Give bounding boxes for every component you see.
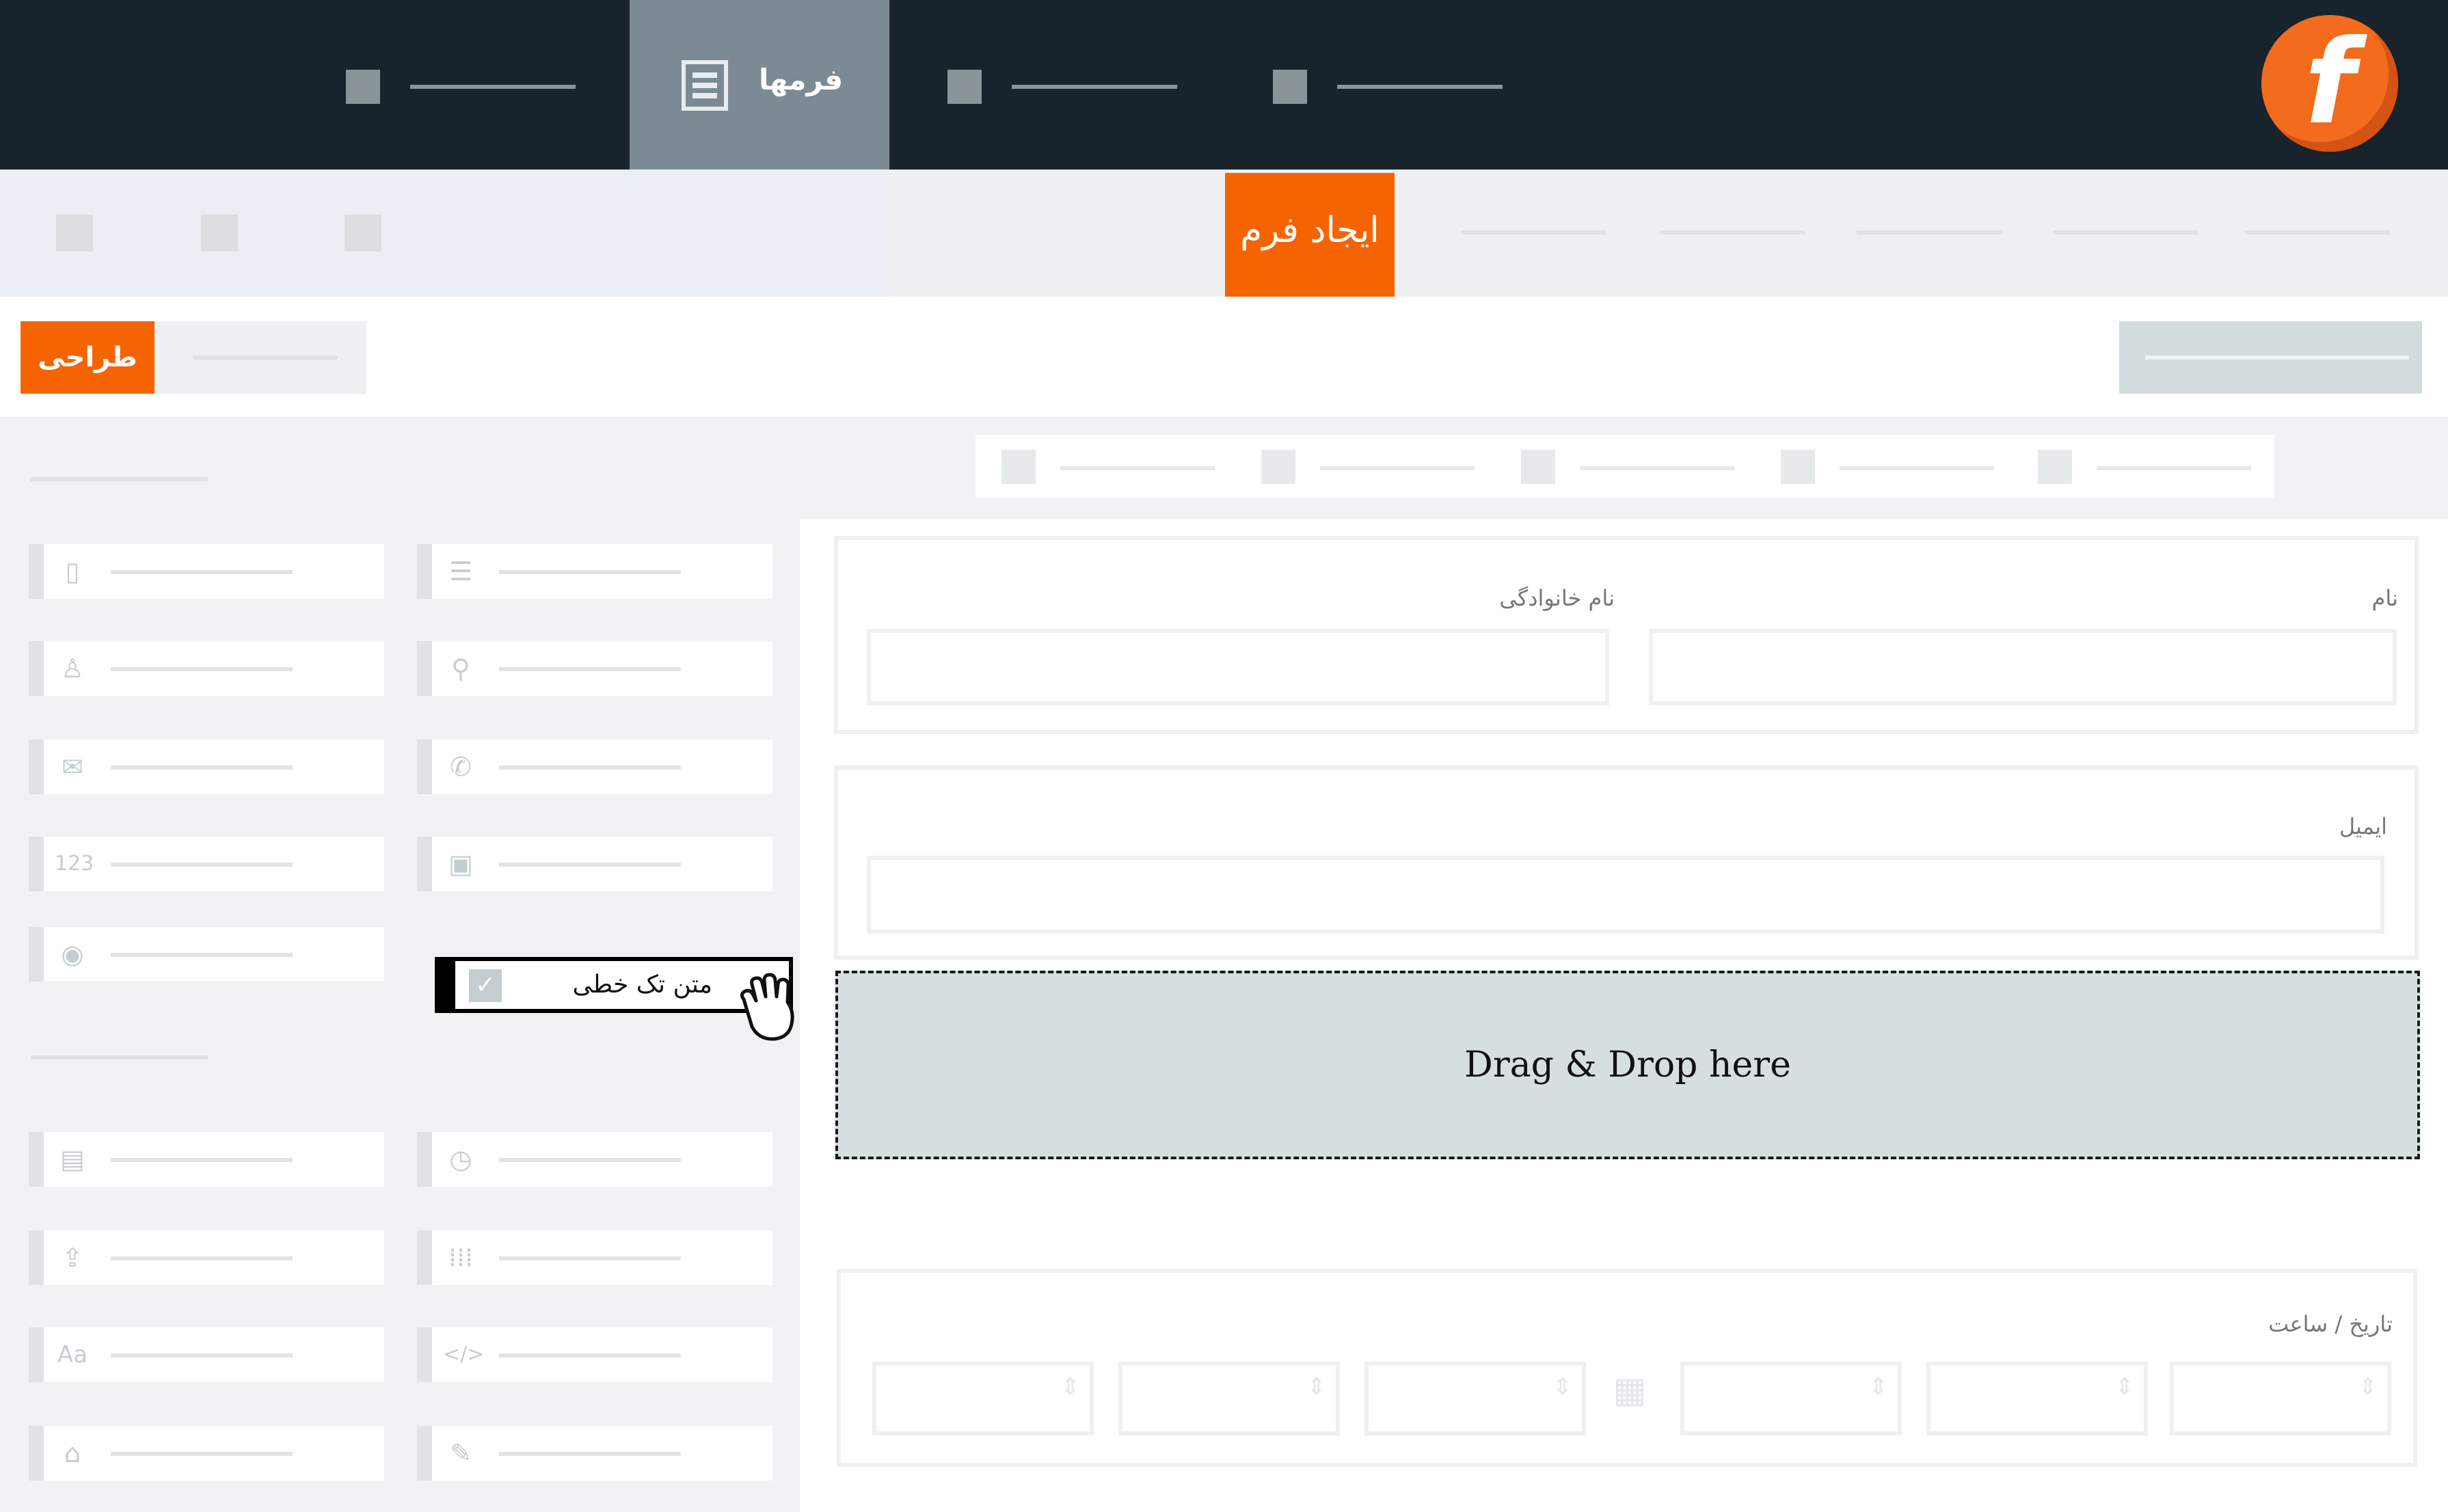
canvas-tab-icon[interactable] — [1521, 450, 1555, 484]
canvas-tab-icon[interactable] — [1781, 450, 1815, 484]
phone-icon: ✆ — [450, 752, 472, 782]
palette-section-heading — [30, 477, 208, 481]
forms-document-icon — [682, 60, 728, 111]
drop-zone-text: Drag & Drop here — [1464, 1044, 1791, 1085]
palette-field-column[interactable]: ▯ — [29, 544, 384, 599]
subnav-item-placeholder[interactable] — [1660, 230, 1805, 234]
email-input[interactable] — [867, 856, 2384, 934]
location-icon: ⚲ — [451, 653, 470, 684]
last-name-label: نام خانوادگی — [1499, 585, 1615, 611]
palette-field-radio[interactable]: ◉ — [29, 927, 384, 982]
dragging-field-label: متن تک خطی — [572, 971, 712, 999]
palette-field-tag[interactable]: ⌂ — [29, 1426, 384, 1481]
canvas-tab-label[interactable] — [1580, 466, 1734, 470]
palette-field-number[interactable]: 123 — [29, 837, 384, 891]
name-fields-card[interactable]: نام نام خانوادگی — [834, 536, 2419, 734]
palette-field-list[interactable]: ☰ — [417, 544, 772, 599]
calendar-icon[interactable]: ▦ — [1609, 1370, 1650, 1411]
palette-field-text[interactable]: Aa — [29, 1327, 384, 1382]
last-name-input[interactable] — [867, 629, 1609, 705]
button-label-placeholder — [2145, 355, 2409, 360]
email-icon: ✉ — [62, 752, 83, 782]
tab-forms-label: فرمها — [759, 63, 844, 96]
palette-field-upload[interactable]: ⇪ — [29, 1230, 384, 1285]
canvas-tab-icon[interactable] — [1001, 450, 1036, 484]
nav-item-icon[interactable] — [947, 70, 982, 104]
pen-icon: ✎ — [450, 1438, 472, 1468]
checkbox-icon: ✓ — [469, 969, 502, 1002]
palette-field-name[interactable]: ♙ — [29, 641, 384, 696]
editor-toolbar — [0, 297, 2448, 417]
canvas-tab-label[interactable] — [1060, 466, 1215, 470]
email-field-card[interactable]: ایمیل — [834, 766, 2419, 960]
date-spinner[interactable]: ⇕ — [1926, 1362, 2148, 1435]
palette-field-email[interactable]: ✉ — [29, 740, 384, 794]
palette-field-html[interactable]: </> — [417, 1327, 772, 1382]
palette-field-signature[interactable]: ✎ — [417, 1426, 772, 1481]
button-label-placeholder — [193, 355, 338, 360]
time-spinner[interactable]: ⇕ — [1118, 1362, 1340, 1435]
canvas-tab-label[interactable] — [1840, 466, 1994, 470]
user-icon: ♙ — [60, 653, 85, 684]
toolbar-action-button[interactable] — [2119, 321, 2422, 394]
time-spinner[interactable]: ⇕ — [1364, 1362, 1586, 1435]
palette-field-grid[interactable]: ⁞⁞⁞ — [417, 1230, 772, 1285]
first-name-input[interactable] — [1649, 629, 2397, 705]
date-spinner[interactable]: ⇕ — [2170, 1362, 2391, 1435]
email-label: ایمیل — [2339, 813, 2387, 839]
subnav-item-placeholder[interactable] — [1462, 230, 1606, 234]
nav-item-label-placeholder[interactable] — [410, 85, 576, 89]
toolbar-icon[interactable] — [56, 215, 93, 252]
toolbar-icon[interactable] — [345, 215, 381, 252]
app-logo[interactable]: f — [2261, 15, 2398, 152]
tag-icon: ⌂ — [64, 1438, 81, 1468]
canvas-tab-label[interactable] — [1320, 466, 1475, 470]
toolbar-secondary-button[interactable] — [154, 321, 366, 394]
canvas-tab-label[interactable] — [2097, 466, 2251, 470]
top-navigation-bar: فرمها f — [0, 0, 2448, 170]
palette-section-heading — [30, 1055, 208, 1059]
palette-field-dropdown[interactable]: ▣ — [417, 837, 772, 891]
design-button[interactable]: طراحی — [21, 321, 154, 394]
palette-field-time[interactable]: ◷ — [417, 1132, 772, 1187]
text-icon: Aa — [57, 1341, 88, 1368]
canvas-tab-icon[interactable] — [2038, 450, 2072, 484]
create-form-tab[interactable]: ایجاد فرم — [1225, 173, 1395, 297]
datetime-field-card[interactable]: تاریخ / ساعت ⇕ ⇕ ⇕ ▦ ⇕ ⇕ ⇕ — [837, 1269, 2417, 1467]
palette-field-address[interactable]: ⚲ — [417, 641, 772, 696]
drop-zone[interactable]: Drag & Drop here — [835, 971, 2420, 1159]
subnav-item-placeholder[interactable] — [2245, 230, 2390, 234]
subnav-item-placeholder[interactable] — [2054, 230, 2198, 234]
first-name-label: نام — [2371, 585, 2398, 611]
clock-icon: ◷ — [449, 1144, 472, 1174]
number-icon: 123 — [55, 852, 94, 876]
dropdown-icon: ▣ — [448, 849, 473, 879]
palette-field-phone[interactable]: ✆ — [417, 740, 772, 794]
palette-field-card[interactable]: ▤ — [29, 1132, 384, 1187]
code-icon: </> — [443, 1342, 485, 1366]
secondary-toolbar-left — [0, 170, 889, 297]
nav-item-label-placeholder[interactable] — [1337, 85, 1503, 89]
grid-icon: ⁞⁞⁞ — [448, 1243, 474, 1273]
date-spinner[interactable]: ⇕ — [1680, 1362, 1902, 1435]
subnav-item-placeholder[interactable] — [1857, 230, 2002, 234]
nav-item-icon[interactable] — [346, 70, 380, 104]
nav-item-label-placeholder[interactable] — [1012, 85, 1177, 89]
card-icon: ▤ — [60, 1144, 85, 1174]
list-icon: ☰ — [448, 556, 473, 586]
column-icon: ▯ — [65, 556, 80, 586]
radio-icon: ◉ — [61, 939, 84, 969]
nav-item-icon[interactable] — [1273, 70, 1307, 104]
toolbar-icon[interactable] — [201, 215, 238, 252]
upload-icon: ⇪ — [62, 1243, 83, 1273]
time-spinner[interactable]: ⇕ — [872, 1362, 1094, 1435]
datetime-label: تاریخ / ساعت — [2268, 1311, 2393, 1337]
canvas-tabs-strip — [976, 435, 2274, 498]
canvas-tab-icon[interactable] — [1261, 450, 1295, 484]
